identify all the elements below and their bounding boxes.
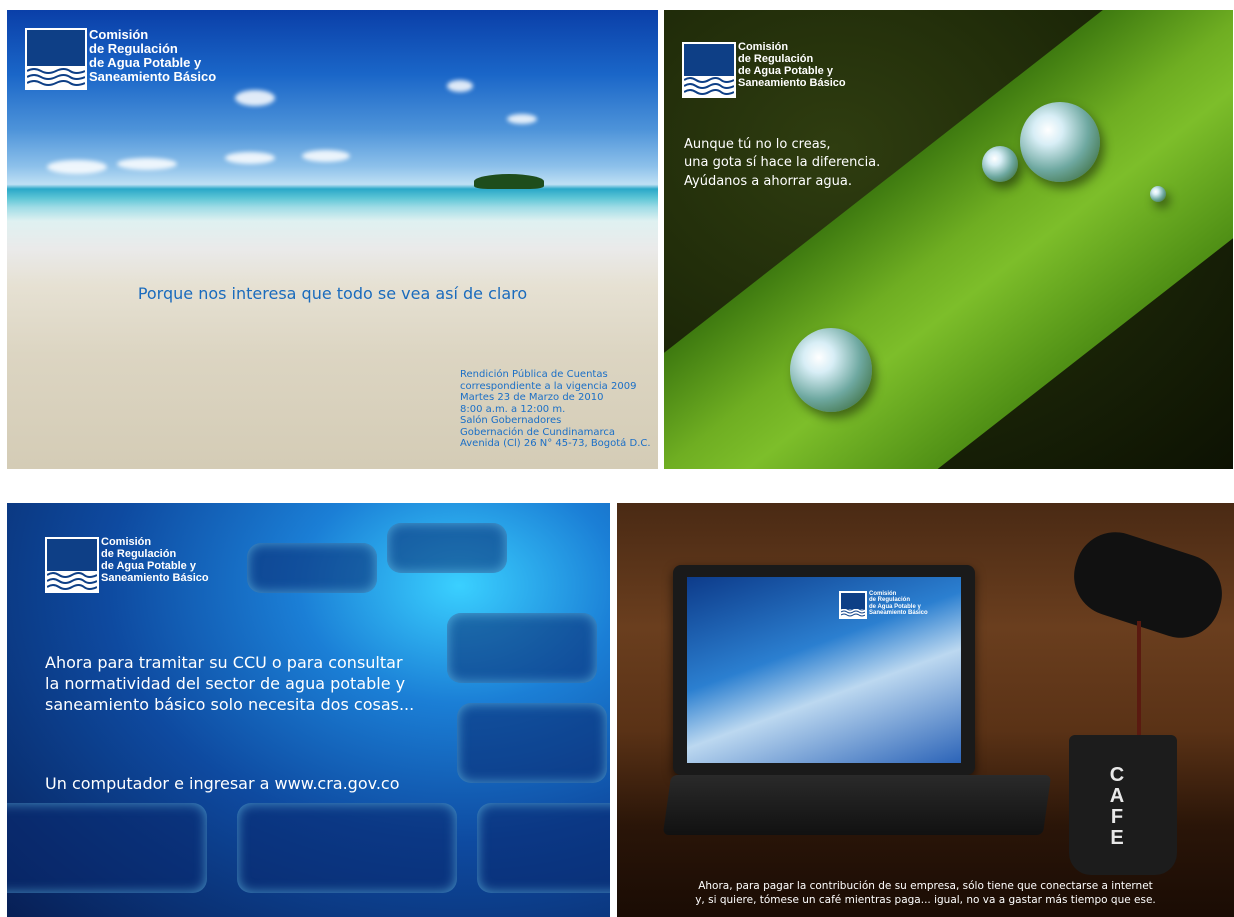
- keyboard-key: [477, 803, 610, 893]
- waves-icon: [47, 572, 97, 590]
- leaf-message: Aunque tú no lo creas, una gota sí hace …: [684, 136, 880, 191]
- island: [474, 174, 544, 189]
- cloud: [117, 158, 177, 170]
- coffee-message-line: Ahora, para pagar la contribución de su …: [698, 880, 1153, 892]
- coffee-pot: [1063, 521, 1233, 649]
- cloud: [447, 80, 473, 92]
- cra-logo: Comisión de Regulación de Agua Potable y…: [839, 591, 928, 619]
- event-info-line: Gobernación de Cundinamarca: [460, 426, 615, 438]
- waves-icon: [684, 77, 734, 95]
- event-info-line: correspondiente a la vigencia 2009: [460, 380, 637, 392]
- coffee-stream: [1137, 621, 1141, 741]
- keyboard-key: [387, 523, 507, 573]
- leaf-ad-panel: Comisión de Regulación de Agua Potable y…: [664, 10, 1233, 469]
- cra-logo: Comisión de Regulación de Agua Potable y…: [25, 27, 217, 90]
- event-info: Rendición Pública de Cuentas correspondi…: [460, 369, 651, 450]
- cra-logo: Comisión de Regulación de Agua Potable y…: [682, 41, 846, 98]
- water-drop: [1150, 186, 1166, 202]
- event-info-line: Salón Gobernadores: [460, 415, 562, 426]
- mug-lettering: C A F E: [1109, 764, 1125, 849]
- water-drop: [1020, 102, 1100, 182]
- coffee-message: Ahora, para pagar la contribución de su …: [625, 879, 1226, 907]
- beach-ad-panel: Comisión de Regulación de Agua Potable y…: [7, 10, 658, 469]
- keyboard-ad-panel: Comisión de Regulación de Agua Potable y…: [7, 503, 610, 917]
- keyboard-message-line: Ahora para tramitar su CCU o para consul…: [45, 653, 403, 672]
- laptop: Comisión de Regulación de Agua Potable y…: [673, 565, 975, 775]
- website-line: Un computador e ingresar a www.cra.gov.c…: [45, 774, 400, 793]
- cloud: [47, 160, 107, 174]
- event-info-line: Rendición Pública de Cuentas: [460, 369, 608, 380]
- cloud: [225, 152, 275, 164]
- water-drop: [790, 328, 872, 412]
- coffee-message-line: y, si quiere, tómese un café mientras pa…: [695, 894, 1156, 907]
- keyboard-message: Ahora para tramitar su CCU o para consul…: [45, 653, 414, 715]
- keyboard-key: [7, 803, 207, 893]
- cra-logo-text: Comisión de Regulación de Agua Potable y…: [89, 27, 217, 85]
- cloud: [235, 90, 275, 106]
- leaf-message-line: Aunque tú no lo creas,: [684, 137, 831, 152]
- cra-logo-mark: [25, 28, 87, 90]
- laptop-keyboard: [662, 775, 1052, 835]
- keyboard-message-line: saneamiento básico solo necesita dos cos…: [45, 694, 415, 714]
- cloud: [302, 150, 350, 162]
- cra-logo-mark: [682, 42, 736, 98]
- cloud: [507, 114, 537, 124]
- coffee-ad-panel: Comisión de Regulación de Agua Potable y…: [617, 503, 1234, 917]
- event-info-line: 8:00 a.m. a 12:00 m.: [460, 403, 566, 415]
- cra-logo-mark: [45, 537, 99, 593]
- keyboard-key: [447, 613, 597, 683]
- keyboard-key: [247, 543, 377, 593]
- keyboard-message-line: la normatividad del sector de agua potab…: [45, 673, 406, 693]
- laptop-screen: Comisión de Regulación de Agua Potable y…: [687, 577, 961, 763]
- keyboard-key: [237, 803, 457, 893]
- waves-icon: [841, 607, 865, 617]
- cra-logo-text: Comisión de Regulación de Agua Potable y…: [101, 536, 209, 584]
- leaf-message-line: Ayúdanos a ahorrar agua.: [684, 173, 852, 189]
- water-drop: [982, 146, 1018, 182]
- leaf-message-line: una gota sí hace la diferencia.: [684, 155, 881, 171]
- cra-logo-mark: [839, 591, 867, 619]
- event-info-line: Avenida (Cl) 26 N° 45-73, Bogotá D.C.: [460, 438, 651, 449]
- waves-icon: [27, 68, 85, 86]
- keyboard-key: [457, 703, 607, 783]
- cra-logo: Comisión de Regulación de Agua Potable y…: [45, 536, 209, 593]
- event-info-line: Martes 23 de Marzo de 2010: [460, 392, 604, 403]
- beach-tagline: Porque nos interesa que todo se vea así …: [137, 284, 528, 303]
- cra-logo-text: Comisión de Regulación de Agua Potable y…: [869, 591, 928, 617]
- cra-logo-text: Comisión de Regulación de Agua Potable y…: [738, 41, 846, 89]
